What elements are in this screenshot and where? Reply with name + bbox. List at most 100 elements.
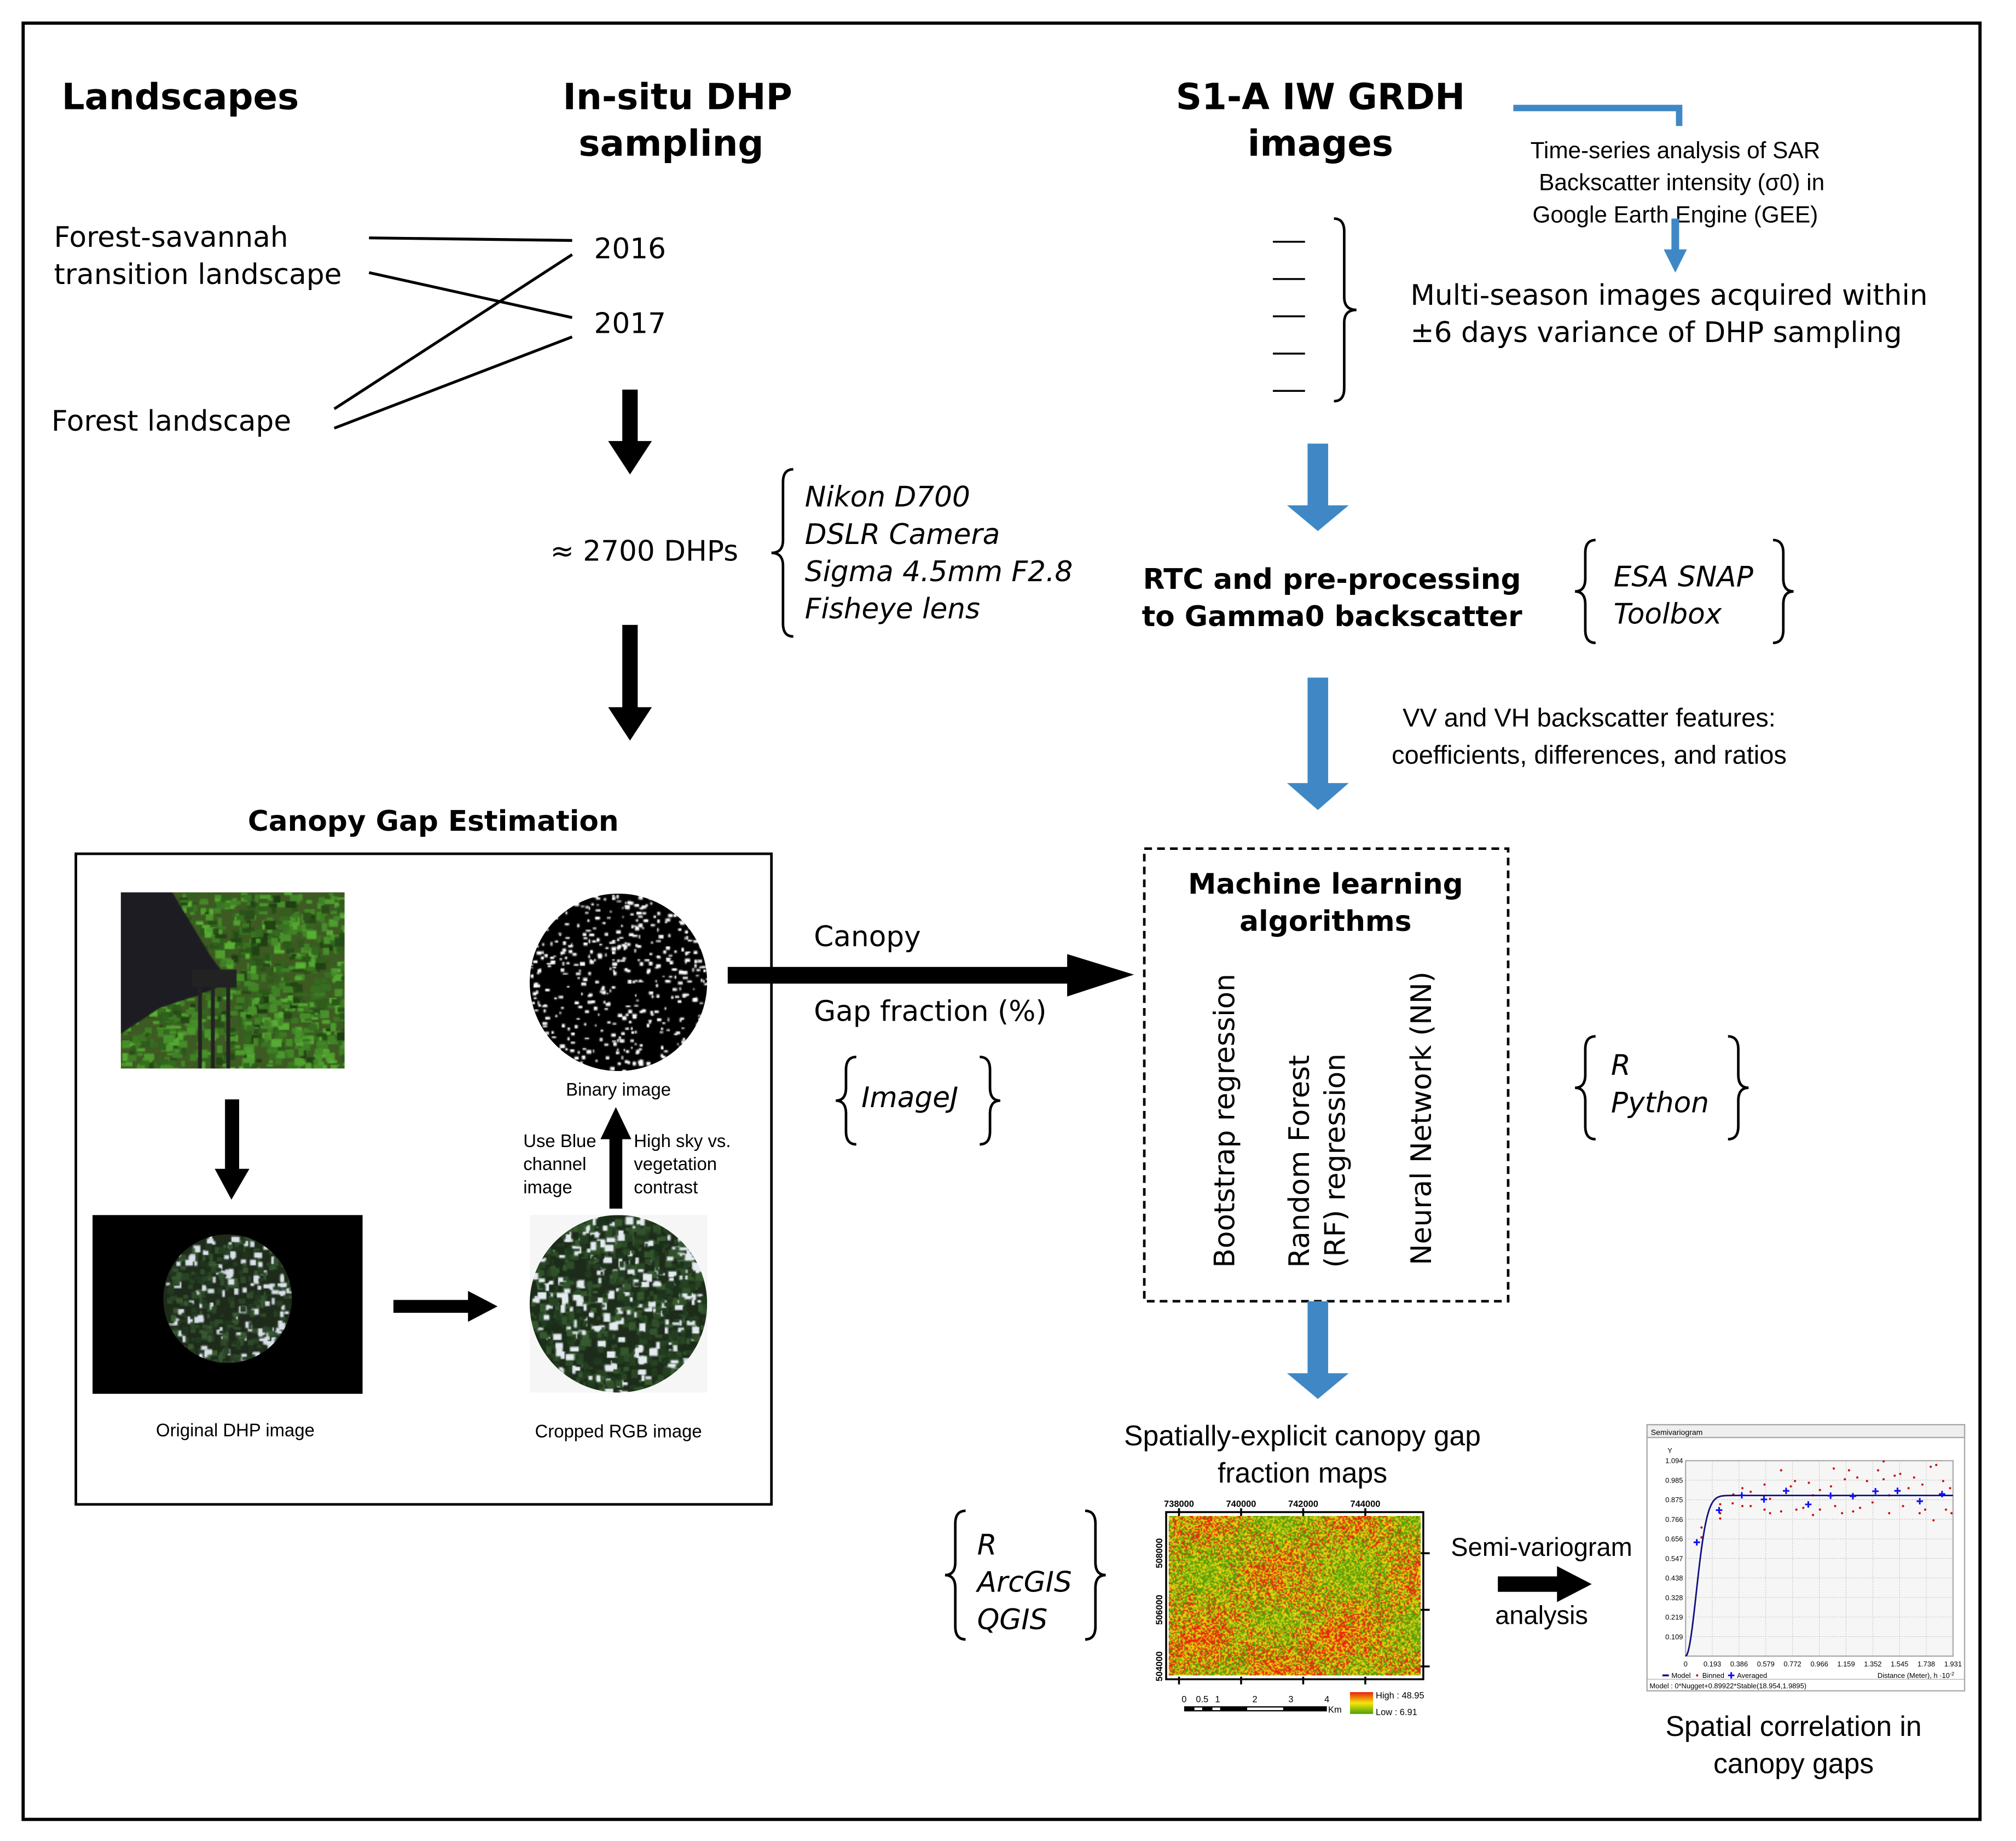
header-insitu-2: sampling bbox=[578, 122, 763, 164]
original-dhp-image bbox=[163, 1234, 292, 1363]
r-label: R bbox=[1611, 1049, 1631, 1082]
legend-model: Model bbox=[1671, 1671, 1690, 1680]
binned-point bbox=[1856, 1476, 1859, 1479]
workflow-diagram: Landscapes In-situ DHP sampling S1-A IW … bbox=[0, 0, 2016, 1841]
scale-label: 4 bbox=[1324, 1695, 1329, 1705]
snap-1: ESA SNAP bbox=[1614, 560, 1754, 593]
gap-fraction-2: Gap fraction (%) bbox=[814, 995, 1046, 1028]
blue-arrow-1 bbox=[1287, 443, 1349, 531]
binned-point bbox=[1780, 1510, 1782, 1513]
x-tick-label: 0 bbox=[1684, 1660, 1688, 1668]
y-tick-label: 0.328 bbox=[1665, 1594, 1683, 1602]
binned-point bbox=[1789, 1485, 1792, 1488]
scale-label: 0.5 bbox=[1196, 1695, 1208, 1705]
binned-point bbox=[1719, 1503, 1722, 1506]
spatial-2: canopy gaps bbox=[1713, 1747, 1874, 1779]
binned-point bbox=[1818, 1489, 1821, 1491]
gee-note-2: Backscatter intensity (σ0) in bbox=[1539, 170, 1824, 195]
arrow-down-photo bbox=[215, 1099, 250, 1200]
gis-r: R bbox=[977, 1529, 997, 1562]
binned-point bbox=[1882, 1478, 1885, 1481]
arrow-down-2 bbox=[608, 624, 652, 741]
binned-point bbox=[1913, 1476, 1915, 1479]
features-1: VV and VH backscatter features: bbox=[1403, 703, 1776, 732]
map-x-tick: 742000 bbox=[1288, 1500, 1318, 1509]
header-landscapes: Landscapes bbox=[62, 76, 299, 118]
binned-point bbox=[1844, 1478, 1846, 1481]
y-tick-label: 0.656 bbox=[1665, 1535, 1683, 1543]
binned-point bbox=[1763, 1483, 1766, 1486]
arrow-semivariogram bbox=[1498, 1566, 1592, 1602]
camera-3: Sigma 4.5mm F2.8 bbox=[805, 555, 1073, 588]
map-y-tick: 504000 bbox=[1155, 1652, 1165, 1682]
scale-label: 3 bbox=[1288, 1695, 1293, 1705]
binned-point bbox=[1944, 1508, 1948, 1511]
binned-point bbox=[1741, 1487, 1744, 1490]
blue-channel-1: Use Blue bbox=[523, 1131, 596, 1151]
map-x-tick: 744000 bbox=[1351, 1500, 1381, 1509]
x-tick-label: 0.193 bbox=[1704, 1660, 1721, 1668]
camera-1: Nikon D700 bbox=[805, 481, 970, 514]
scale-label: 0 bbox=[1181, 1695, 1186, 1705]
x-tick-label: 0.579 bbox=[1757, 1660, 1775, 1668]
binned-point bbox=[1769, 1497, 1771, 1501]
y-tick-label: 0.219 bbox=[1665, 1613, 1683, 1621]
ml-nn: Neural Network (NN) bbox=[1405, 971, 1438, 1265]
x-tick-label: 0.386 bbox=[1730, 1660, 1748, 1668]
binned-point bbox=[1921, 1483, 1924, 1486]
original-label: Original DHP image bbox=[156, 1420, 315, 1440]
brace-icon bbox=[945, 1509, 966, 1641]
canopy-gap-map bbox=[1168, 1516, 1421, 1676]
canopy-title: Canopy Gap Estimation bbox=[248, 805, 619, 838]
ml-title-2: algorithms bbox=[1239, 905, 1411, 938]
legend-averaged: Averaged bbox=[1737, 1671, 1767, 1680]
scale-label: 1 bbox=[1215, 1695, 1220, 1705]
binned-point bbox=[1950, 1512, 1953, 1515]
binned-point bbox=[1731, 1502, 1734, 1505]
cropped-label: Cropped RGB image bbox=[535, 1421, 702, 1441]
gee-note-1: Time-series analysis of SAR bbox=[1531, 137, 1820, 163]
binned-point bbox=[1749, 1490, 1752, 1493]
binned-point bbox=[1832, 1467, 1835, 1470]
gee-connector bbox=[1513, 105, 1683, 126]
map-x-tick: 738000 bbox=[1164, 1500, 1194, 1509]
semivariogram-label-1: Semi-variogram bbox=[1451, 1532, 1632, 1561]
year-2016: 2016 bbox=[594, 233, 666, 265]
blue-arrow-3 bbox=[1287, 1301, 1349, 1399]
y-tick-label: 0.547 bbox=[1665, 1554, 1683, 1562]
semivariogram-label-2: analysis bbox=[1495, 1600, 1588, 1629]
binned-point bbox=[1794, 1480, 1797, 1483]
x-tick-label: 1.738 bbox=[1917, 1660, 1935, 1668]
brace-icon bbox=[771, 468, 793, 638]
image-dashes bbox=[1273, 240, 1305, 392]
y-tick-label: 0.109 bbox=[1665, 1632, 1683, 1641]
ml-bootstrap: Bootstrap regression bbox=[1209, 974, 1242, 1267]
map-x-tick: 740000 bbox=[1226, 1500, 1256, 1509]
brace-icon bbox=[980, 1055, 1001, 1146]
binned-point bbox=[1866, 1480, 1868, 1483]
legend-low: Low : 6.91 bbox=[1376, 1707, 1417, 1717]
header-s1-1: S1-A IW GRDH bbox=[1176, 76, 1465, 118]
binned-point bbox=[1802, 1507, 1805, 1509]
binned-point bbox=[1949, 1487, 1951, 1490]
gap-fraction-1: Canopy bbox=[814, 920, 920, 953]
binned-point bbox=[1876, 1469, 1880, 1472]
binned-point bbox=[1893, 1474, 1896, 1477]
rtc-2: to Gamma0 backscatter bbox=[1142, 600, 1523, 633]
landscape-forest-savannah-1: Forest-savannah bbox=[54, 221, 288, 254]
binned-point bbox=[1780, 1469, 1782, 1472]
python-label: Python bbox=[1611, 1086, 1709, 1119]
features-2: coefficients, differences, and ratios bbox=[1392, 740, 1787, 769]
gis-arcgis: ArcGIS bbox=[976, 1566, 1072, 1599]
year-2017: 2017 bbox=[594, 308, 666, 340]
binned-point bbox=[1930, 1466, 1932, 1468]
binned-point bbox=[1852, 1510, 1855, 1513]
binned-point bbox=[1935, 1463, 1938, 1466]
contrast-2: vegetation bbox=[634, 1154, 717, 1174]
arrow-right-crop bbox=[393, 1290, 498, 1322]
binary-image bbox=[529, 893, 708, 1072]
brace-icon bbox=[836, 1055, 856, 1146]
field-photo bbox=[120, 892, 345, 1069]
header-insitu-1: In-situ DHP bbox=[563, 76, 792, 118]
y-tick-label: 0.985 bbox=[1665, 1476, 1683, 1484]
